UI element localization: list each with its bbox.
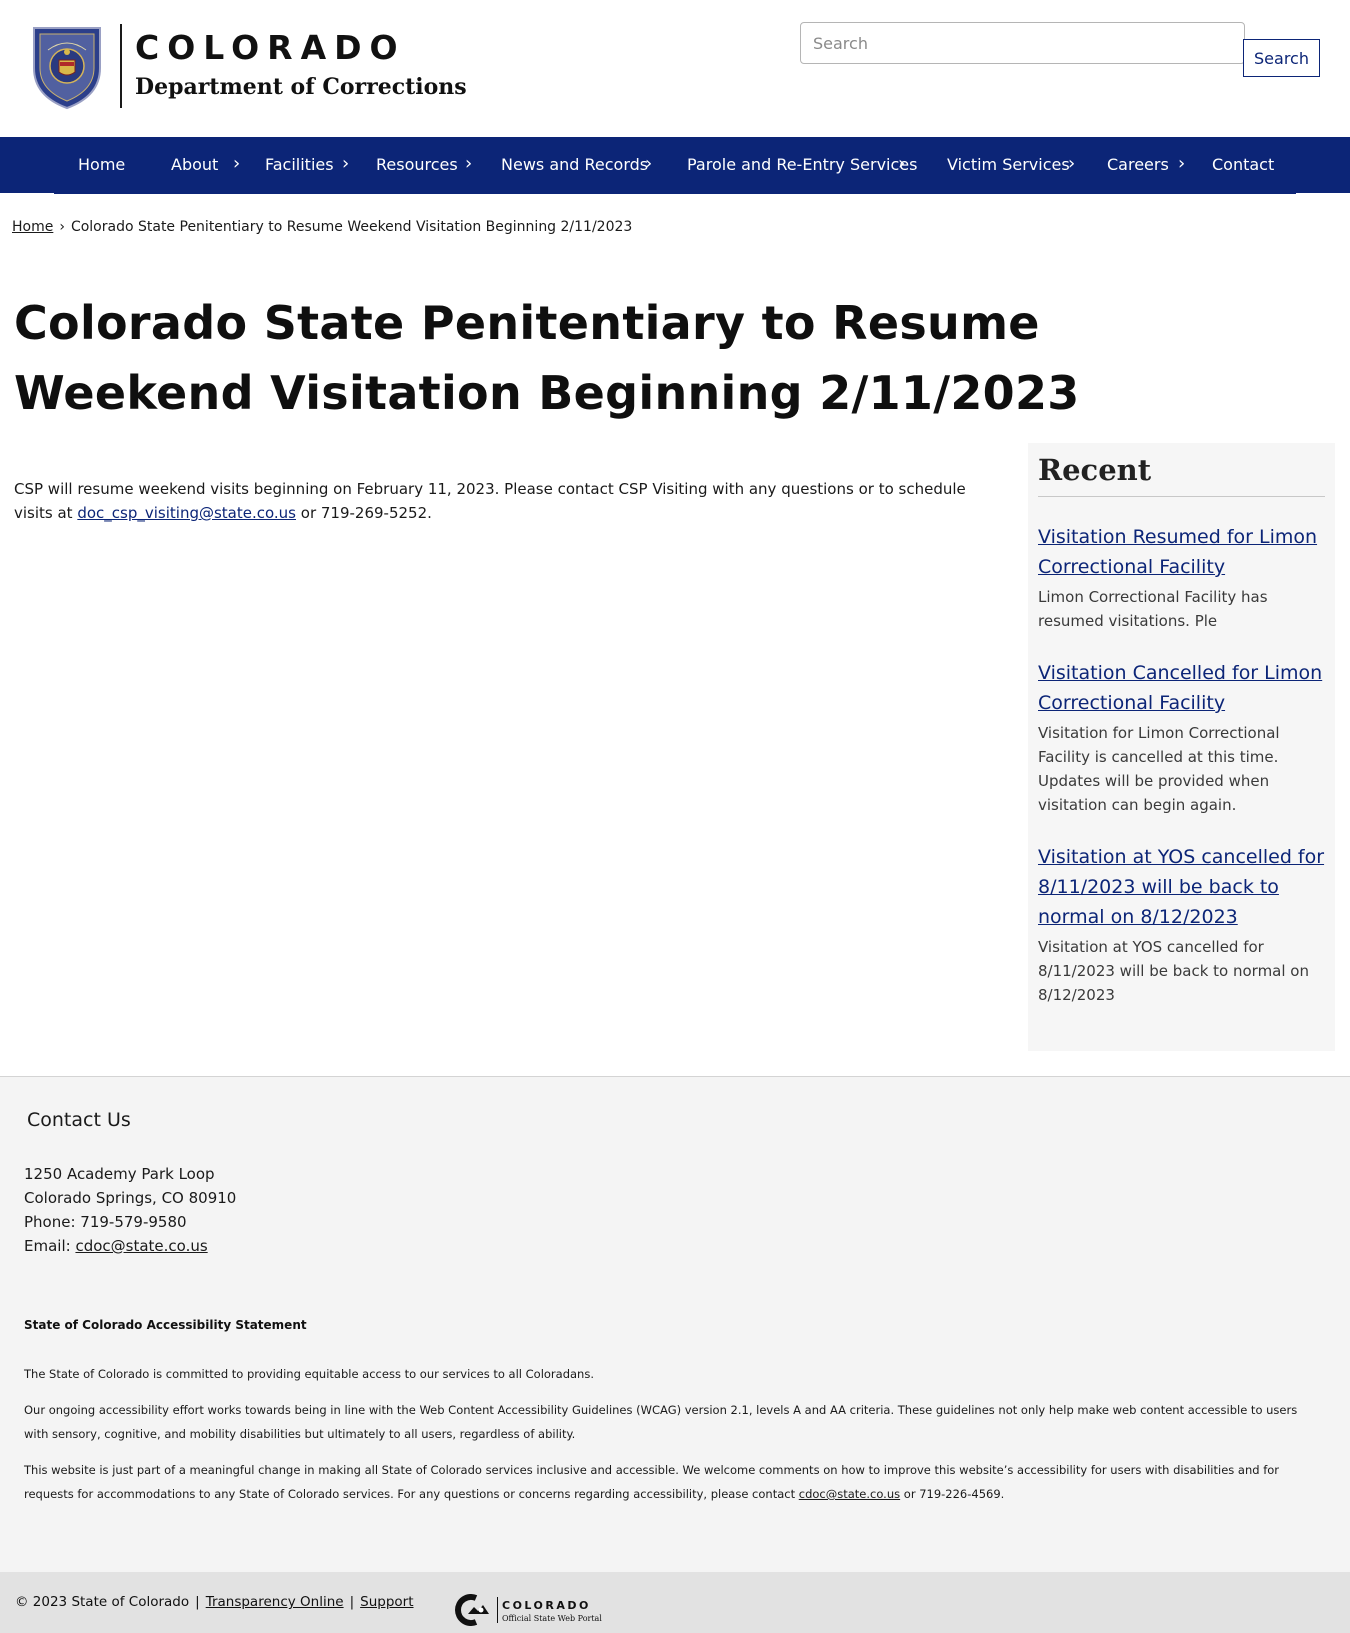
breadcrumb-current: Colorado State Penitentiary to Resume We…: [70, 219, 633, 235]
recent-item-summary: Visitation for Limon Correctional Facili…: [1038, 724, 1280, 814]
contact-phone: Phone: 719-579-9580: [24, 1213, 187, 1231]
recent-heading: Recent: [1038, 453, 1152, 487]
logo-divider: [120, 24, 122, 108]
nav-item-careers[interactable]: Careers: [1107, 137, 1169, 193]
recent-item-summary: Visitation at YOS cancelled for 8/11/202…: [1038, 938, 1309, 1004]
nav-item-contact[interactable]: Contact: [1212, 137, 1274, 193]
support-link[interactable]: Support: [360, 1594, 413, 1610]
contact-email-link[interactable]: cdoc@state.co.us: [75, 1237, 207, 1255]
breadcrumb-home-link[interactable]: Home: [12, 219, 53, 235]
transparency-online-link[interactable]: Transparency Online: [206, 1594, 344, 1610]
site-department-name[interactable]: Department of Corrections: [135, 74, 467, 100]
site-header: [0, 0, 1350, 137]
accessibility-text: This website is just part of a meaningfu…: [24, 1463, 1280, 1501]
colorado-c-logo-icon[interactable]: [454, 1594, 492, 1626]
accessibility-email-link[interactable]: cdoc@state.co.us: [799, 1487, 900, 1501]
accessibility-paragraph: The State of Colorado is committed to pr…: [24, 1367, 594, 1381]
nav-item-home[interactable]: Home: [78, 137, 125, 193]
chevron-right-icon[interactable]: ›: [898, 137, 905, 193]
accessibility-heading: State of Colorado Accessibility Statemen…: [24, 1318, 307, 1332]
search-input[interactable]: [800, 22, 1245, 64]
nav-item-news-and-records[interactable]: News and Records: [501, 137, 648, 193]
recent-divider: [1038, 496, 1325, 497]
breadcrumb-separator: ›: [59, 219, 65, 235]
chevron-right-icon[interactable]: ›: [645, 137, 652, 193]
nav-item-resources[interactable]: Resources: [376, 137, 458, 193]
nav-item-victim-services[interactable]: Victim Services: [947, 137, 1070, 193]
portal-subtitle[interactable]: Official State Web Portal: [502, 1614, 602, 1623]
address-line-1: 1250 Academy Park Loop: [24, 1165, 215, 1183]
email-label: Email:: [24, 1237, 76, 1255]
address-line-2: Colorado Springs, CO 80910: [24, 1189, 237, 1207]
recent-item-summary: Limon Correctional Facility has resumed …: [1038, 588, 1268, 630]
contact-email: Email: cdoc@state.co.us: [24, 1237, 208, 1255]
chevron-right-icon[interactable]: ›: [465, 137, 472, 193]
accessibility-paragraph: Our ongoing accessibility effort works t…: [24, 1403, 1298, 1441]
chevron-right-icon[interactable]: ›: [1068, 137, 1075, 193]
copyright-text: © 2023 State of Colorado: [15, 1594, 190, 1610]
nav-item-parole-and-reentry[interactable]: Parole and Re-Entry Services: [687, 137, 917, 193]
search-button[interactable]: Search: [1243, 39, 1320, 77]
page-title: Colorado State Penitentiary to Resume We…: [14, 296, 1080, 420]
site-state-name[interactable]: COLORADO: [135, 28, 406, 67]
accessibility-paragraph: This website is just part of a meaningfu…: [24, 1458, 1324, 1506]
chevron-right-icon[interactable]: ›: [1178, 137, 1185, 193]
article-body: CSP will resume weekend visits beginning…: [14, 477, 974, 525]
breadcrumb: Home › Colorado State Penitentiary to Resu…: [12, 219, 632, 235]
recent-item-link[interactable]: Visitation Resumed for Limon Correctiona…: [1038, 522, 1328, 582]
portal-divider: [497, 1597, 498, 1623]
portal-state-name[interactable]: COLORADO: [502, 1599, 591, 1612]
csp-visiting-email-link[interactable]: doc_csp_visiting@state.co.us: [77, 504, 296, 522]
nav-item-facilities[interactable]: Facilities: [265, 137, 334, 193]
copyright-line: © 2023 State of Colorado | Transparency On…: [15, 1594, 414, 1610]
accessibility-phone: or 719-226-4569.: [900, 1487, 1005, 1501]
chevron-right-icon[interactable]: ›: [342, 137, 349, 193]
article-text-phone: or 719-269-5252.: [296, 504, 432, 522]
footer-separator: |: [195, 1594, 200, 1610]
recent-item-link[interactable]: Visitation at YOS cancelled for 8/11/202…: [1038, 842, 1328, 932]
contact-heading: Contact Us: [27, 1109, 131, 1131]
nav-item-about[interactable]: About: [171, 137, 218, 193]
chevron-right-icon[interactable]: ›: [233, 137, 240, 193]
department-seal-logo[interactable]: [28, 22, 106, 110]
recent-item-link[interactable]: Visitation Cancelled for Limon Correctio…: [1038, 658, 1328, 718]
footer-separator: |: [349, 1594, 355, 1610]
